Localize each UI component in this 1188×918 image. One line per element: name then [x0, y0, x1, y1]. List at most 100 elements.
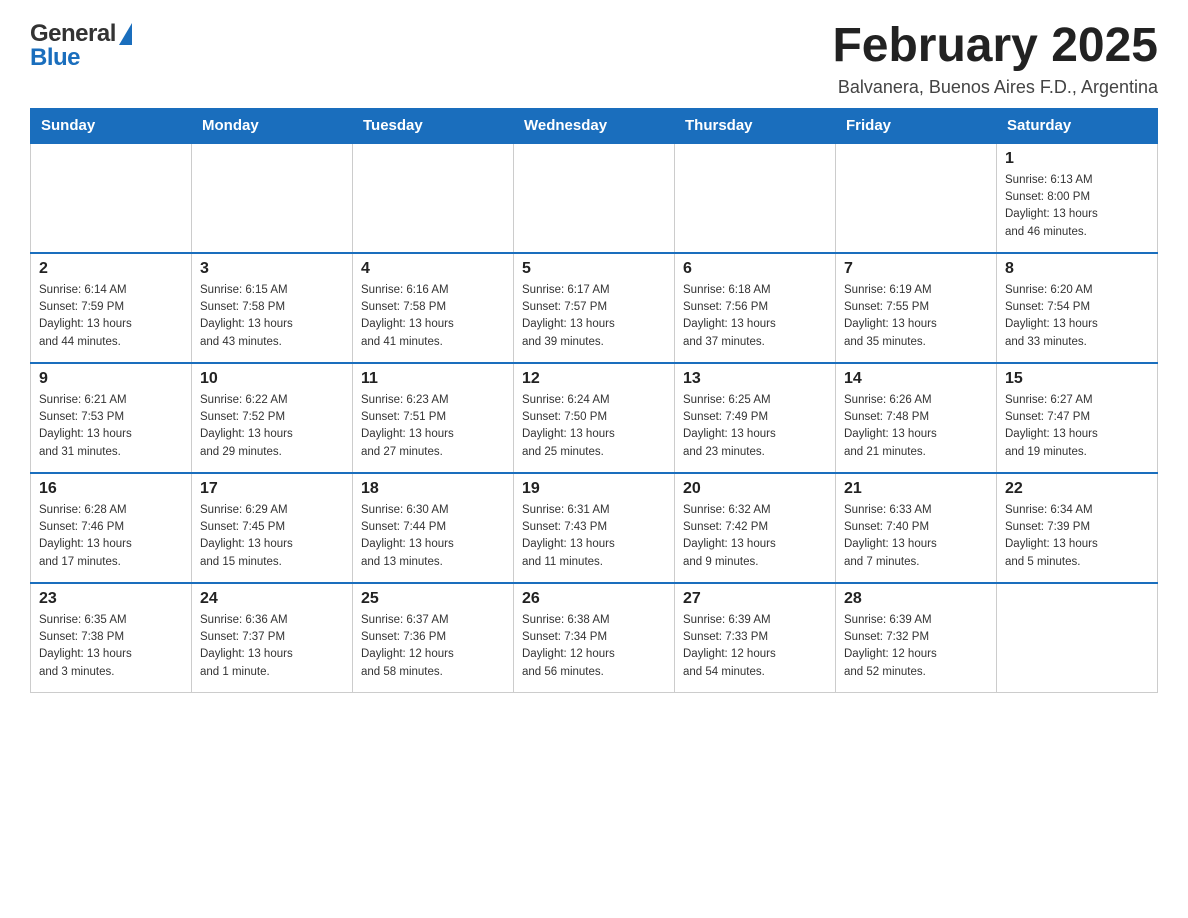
- calendar-cell: 28 Sunrise: 6:39 AM Sunset: 7:32 PM Dayli…: [836, 583, 997, 693]
- calendar-cell: 16 Sunrise: 6:28 AM Sunset: 7:46 PM Dayli…: [31, 473, 192, 583]
- day-info: Sunrise: 6:36 AM Sunset: 7:37 PM Dayligh…: [200, 612, 344, 681]
- day-number: 18: [361, 480, 505, 498]
- day-info: Sunrise: 6:39 AM Sunset: 7:33 PM Dayligh…: [683, 612, 827, 681]
- column-header-tuesday: Tuesday: [353, 108, 514, 143]
- day-number: 16: [39, 480, 183, 498]
- day-info: Sunrise: 6:32 AM Sunset: 7:42 PM Dayligh…: [683, 502, 827, 571]
- calendar-cell: 9 Sunrise: 6:21 AM Sunset: 7:53 PM Daylig…: [31, 363, 192, 473]
- calendar-cell: 1 Sunrise: 6:13 AM Sunset: 8:00 PM Daylig…: [997, 143, 1158, 253]
- day-info: Sunrise: 6:29 AM Sunset: 7:45 PM Dayligh…: [200, 502, 344, 571]
- day-info: Sunrise: 6:15 AM Sunset: 7:58 PM Dayligh…: [200, 282, 344, 351]
- day-info: Sunrise: 6:26 AM Sunset: 7:48 PM Dayligh…: [844, 392, 988, 461]
- day-number: 6: [683, 260, 827, 278]
- day-info: Sunrise: 6:28 AM Sunset: 7:46 PM Dayligh…: [39, 502, 183, 571]
- location-text: Balvanera, Buenos Aires F.D., Argentina: [832, 77, 1158, 98]
- day-number: 5: [522, 260, 666, 278]
- day-info: Sunrise: 6:31 AM Sunset: 7:43 PM Dayligh…: [522, 502, 666, 571]
- day-info: Sunrise: 6:20 AM Sunset: 7:54 PM Dayligh…: [1005, 282, 1149, 351]
- calendar-cell: [31, 143, 192, 253]
- day-info: Sunrise: 6:19 AM Sunset: 7:55 PM Dayligh…: [844, 282, 988, 351]
- day-number: 1: [1005, 150, 1149, 168]
- day-info: Sunrise: 6:38 AM Sunset: 7:34 PM Dayligh…: [522, 612, 666, 681]
- day-number: 25: [361, 590, 505, 608]
- calendar-cell: [997, 583, 1158, 693]
- calendar-cell: 19 Sunrise: 6:31 AM Sunset: 7:43 PM Dayli…: [514, 473, 675, 583]
- column-header-monday: Monday: [192, 108, 353, 143]
- column-header-sunday: Sunday: [31, 108, 192, 143]
- calendar-cell: 10 Sunrise: 6:22 AM Sunset: 7:52 PM Dayli…: [192, 363, 353, 473]
- day-info: Sunrise: 6:30 AM Sunset: 7:44 PM Dayligh…: [361, 502, 505, 571]
- day-info: Sunrise: 6:23 AM Sunset: 7:51 PM Dayligh…: [361, 392, 505, 461]
- day-info: Sunrise: 6:39 AM Sunset: 7:32 PM Dayligh…: [844, 612, 988, 681]
- calendar-week-row: 23Sunrise: 6:35 AM Sunset: 7:38 PM Dayli…: [31, 583, 1158, 693]
- calendar-header-row: SundayMondayTuesdayWednesdayThursdayFrid…: [31, 108, 1158, 143]
- day-number: 26: [522, 590, 666, 608]
- calendar-week-row: 2 Sunrise: 6:14 AM Sunset: 7:59 PM Daylig…: [31, 253, 1158, 363]
- calendar-cell: [675, 143, 836, 253]
- calendar-cell: 18 Sunrise: 6:30 AM Sunset: 7:44 PM Dayli…: [353, 473, 514, 583]
- day-number: 10: [200, 370, 344, 388]
- day-info: Sunrise: 6:14 AM Sunset: 7:59 PM Dayligh…: [39, 282, 183, 351]
- calendar-cell: [836, 143, 997, 253]
- logo-arrow-icon: [119, 23, 132, 45]
- title-block: February 2025 Balvanera, Buenos Aires F.…: [832, 20, 1158, 98]
- page-header: General Blue February 2025 Balvanera, Bu…: [30, 20, 1158, 98]
- day-number: 11: [361, 370, 505, 388]
- calendar-cell: 15Sunrise: 6:27 AM Sunset: 7:47 PM Dayli…: [997, 363, 1158, 473]
- calendar-week-row: 16 Sunrise: 6:28 AM Sunset: 7:46 PM Dayli…: [31, 473, 1158, 583]
- day-number: 4: [361, 260, 505, 278]
- calendar-cell: 21 Sunrise: 6:33 AM Sunset: 7:40 PM Dayli…: [836, 473, 997, 583]
- month-title: February 2025: [832, 20, 1158, 73]
- calendar-cell: 24 Sunrise: 6:36 AM Sunset: 7:37 PM Dayli…: [192, 583, 353, 693]
- day-number: 8: [1005, 260, 1149, 278]
- day-info: Sunrise: 6:33 AM Sunset: 7:40 PM Dayligh…: [844, 502, 988, 571]
- day-number: 23: [39, 590, 183, 608]
- day-info: Sunrise: 6:13 AM Sunset: 8:00 PM Dayligh…: [1005, 172, 1149, 241]
- day-number: 13: [683, 370, 827, 388]
- day-number: 21: [844, 480, 988, 498]
- day-number: 14: [844, 370, 988, 388]
- day-number: 24: [200, 590, 344, 608]
- calendar-cell: 4 Sunrise: 6:16 AM Sunset: 7:58 PM Daylig…: [353, 253, 514, 363]
- calendar-cell: 5 Sunrise: 6:17 AM Sunset: 7:57 PM Daylig…: [514, 253, 675, 363]
- day-number: 15: [1005, 370, 1149, 388]
- day-info: Sunrise: 6:37 AM Sunset: 7:36 PM Dayligh…: [361, 612, 505, 681]
- day-number: 2: [39, 260, 183, 278]
- calendar-cell: 17 Sunrise: 6:29 AM Sunset: 7:45 PM Dayli…: [192, 473, 353, 583]
- calendar-cell: 3 Sunrise: 6:15 AM Sunset: 7:58 PM Daylig…: [192, 253, 353, 363]
- day-info: Sunrise: 6:25 AM Sunset: 7:49 PM Dayligh…: [683, 392, 827, 461]
- calendar-cell: [192, 143, 353, 253]
- calendar-cell: 11 Sunrise: 6:23 AM Sunset: 7:51 PM Dayli…: [353, 363, 514, 473]
- calendar-cell: 26 Sunrise: 6:38 AM Sunset: 7:34 PM Dayli…: [514, 583, 675, 693]
- logo-blue-text: Blue: [30, 44, 80, 72]
- calendar-cell: 12 Sunrise: 6:24 AM Sunset: 7:50 PM Dayli…: [514, 363, 675, 473]
- day-info: Sunrise: 6:17 AM Sunset: 7:57 PM Dayligh…: [522, 282, 666, 351]
- calendar-cell: 23Sunrise: 6:35 AM Sunset: 7:38 PM Dayli…: [31, 583, 192, 693]
- day-number: 19: [522, 480, 666, 498]
- column-header-friday: Friday: [836, 108, 997, 143]
- day-info: Sunrise: 6:21 AM Sunset: 7:53 PM Dayligh…: [39, 392, 183, 461]
- day-number: 9: [39, 370, 183, 388]
- day-info: Sunrise: 6:18 AM Sunset: 7:56 PM Dayligh…: [683, 282, 827, 351]
- day-info: Sunrise: 6:24 AM Sunset: 7:50 PM Dayligh…: [522, 392, 666, 461]
- day-number: 20: [683, 480, 827, 498]
- calendar-cell: 6 Sunrise: 6:18 AM Sunset: 7:56 PM Daylig…: [675, 253, 836, 363]
- calendar-cell: 13 Sunrise: 6:25 AM Sunset: 7:49 PM Dayli…: [675, 363, 836, 473]
- day-number: 3: [200, 260, 344, 278]
- calendar-table: SundayMondayTuesdayWednesdayThursdayFrid…: [30, 108, 1158, 694]
- calendar-cell: 7 Sunrise: 6:19 AM Sunset: 7:55 PM Daylig…: [836, 253, 997, 363]
- calendar-cell: 14 Sunrise: 6:26 AM Sunset: 7:48 PM Dayli…: [836, 363, 997, 473]
- calendar-cell: 2 Sunrise: 6:14 AM Sunset: 7:59 PM Daylig…: [31, 253, 192, 363]
- calendar-cell: [353, 143, 514, 253]
- column-header-thursday: Thursday: [675, 108, 836, 143]
- day-number: 7: [844, 260, 988, 278]
- column-header-wednesday: Wednesday: [514, 108, 675, 143]
- day-info: Sunrise: 6:22 AM Sunset: 7:52 PM Dayligh…: [200, 392, 344, 461]
- day-number: 22: [1005, 480, 1149, 498]
- day-number: 17: [200, 480, 344, 498]
- calendar-cell: 20 Sunrise: 6:32 AM Sunset: 7:42 PM Dayli…: [675, 473, 836, 583]
- calendar-cell: 27Sunrise: 6:39 AM Sunset: 7:33 PM Dayli…: [675, 583, 836, 693]
- day-number: 28: [844, 590, 988, 608]
- day-info: Sunrise: 6:16 AM Sunset: 7:58 PM Dayligh…: [361, 282, 505, 351]
- day-number: 12: [522, 370, 666, 388]
